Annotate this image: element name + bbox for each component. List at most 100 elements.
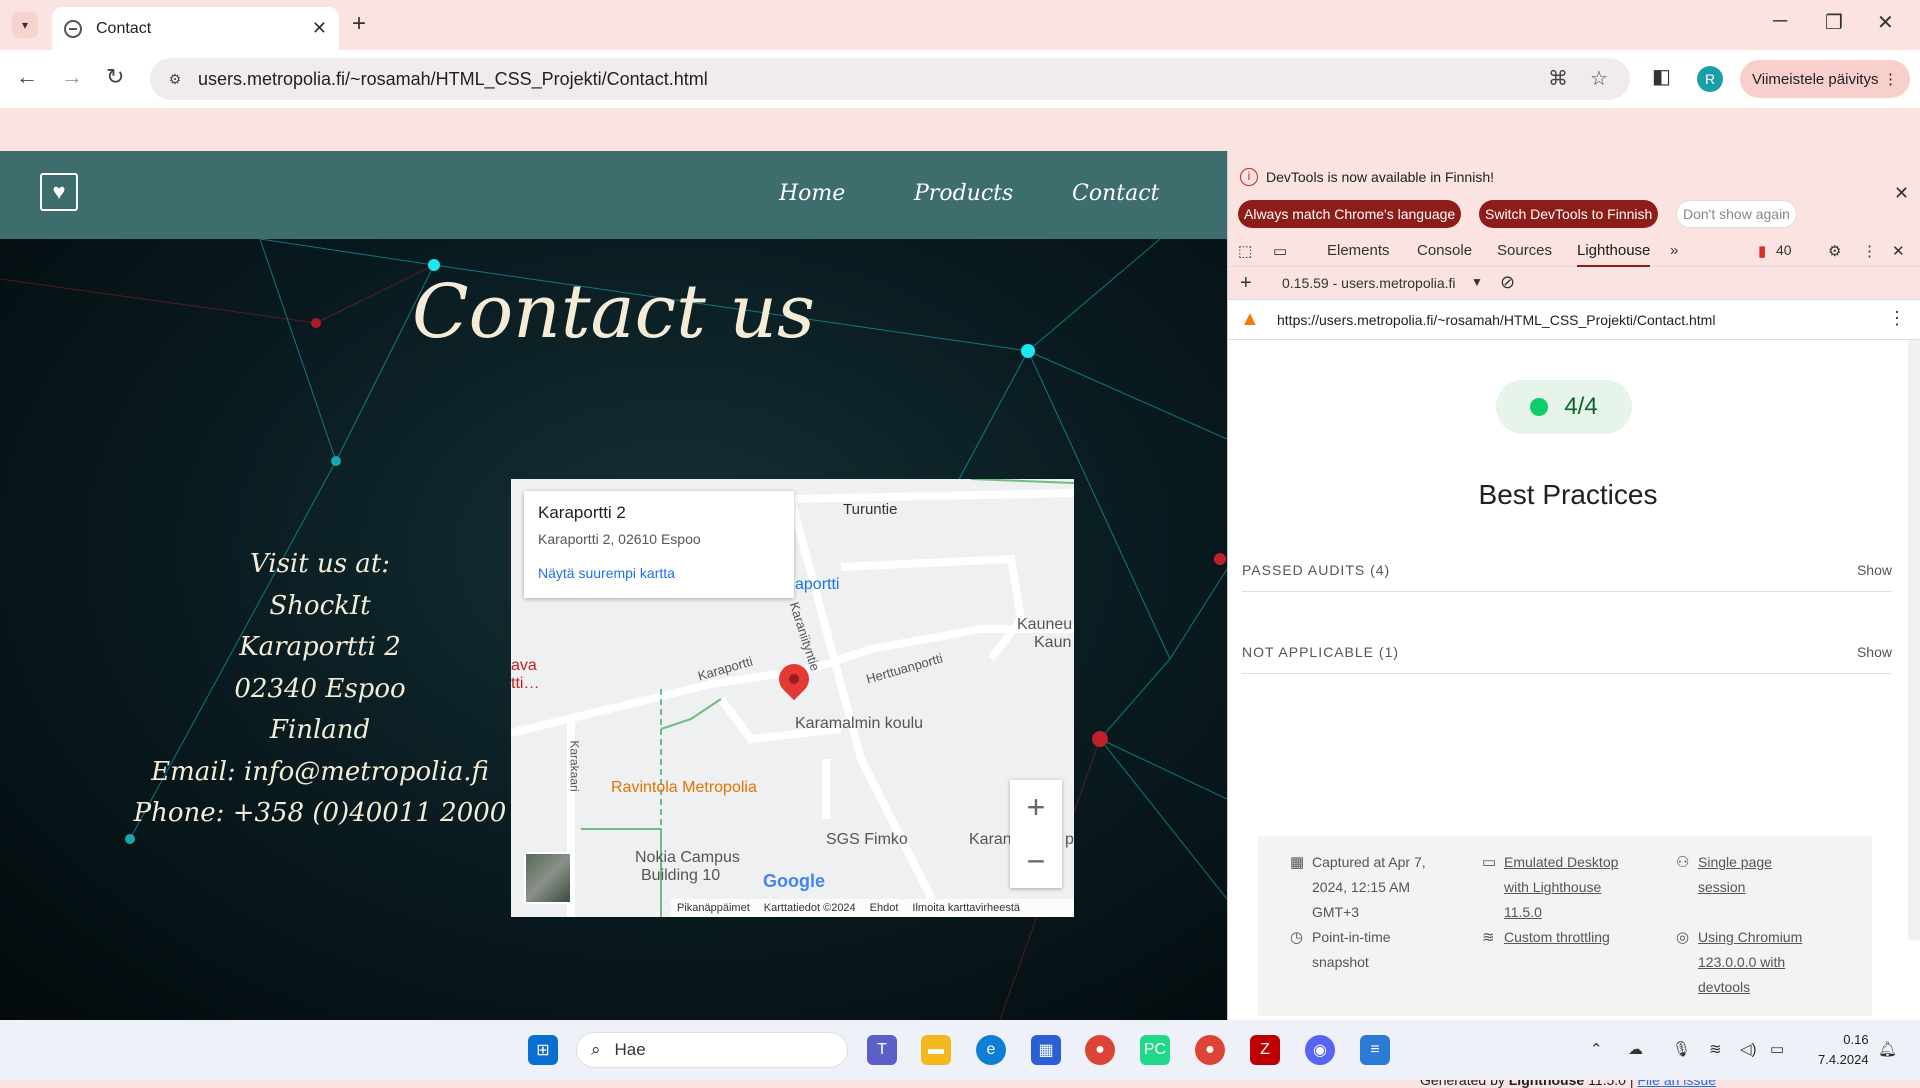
place-title: Karaportti 2 (538, 503, 626, 522)
browser-tab[interactable]: Contact ✕ (52, 7, 339, 50)
close-window-button[interactable]: ✕ (1877, 10, 1894, 35)
keyboard-shortcuts-link[interactable]: Pikanäppäimet (677, 902, 750, 914)
chevron-up-icon[interactable]: ⌃ (1590, 1040, 1603, 1058)
chrome-icon[interactable]: ● (1085, 1035, 1115, 1065)
translate-icon[interactable]: ⌘ (1548, 66, 1568, 91)
switch-language-button[interactable]: Switch DevTools to Finnish (1479, 200, 1659, 228)
report-menu-icon[interactable]: ⋮ (1888, 308, 1906, 329)
desktop-icon: ▭ (1482, 854, 1497, 871)
tab-sources[interactable]: Sources (1497, 242, 1552, 259)
chevron-down-icon[interactable]: ▼ (1471, 275, 1483, 289)
close-tab-icon[interactable]: ✕ (312, 18, 327, 39)
device-toolbar-icon[interactable]: ▭ (1273, 242, 1287, 260)
embedded-map[interactable]: Karaportti 2 Karaportti 2, 02610 Espoo N… (511, 479, 1074, 917)
tab-search-button[interactable]: ▾ (12, 12, 38, 38)
zoom-out-button[interactable]: − (1027, 843, 1046, 880)
env-emulated[interactable]: ▭ Emulated Desktop with Lighthouse 11.5.0 (1482, 850, 1644, 925)
google-logo: Google (763, 871, 825, 891)
speaker-icon[interactable]: ◁) (1740, 1040, 1757, 1058)
report-error-link[interactable]: Ilmoita karttavirheestä (912, 902, 1020, 914)
category-title: Best Practices (1478, 479, 1658, 510)
issues-icon[interactable]: ▮ (1758, 242, 1766, 260)
report-selector[interactable]: 0.15.59 - users.metropolia.fi (1282, 275, 1456, 291)
passed-audits-row[interactable]: PASSED AUDITS (4) Show (1242, 548, 1892, 592)
nav-contact[interactable]: Contact (1072, 181, 1159, 206)
battery-icon[interactable]: ▭ (1770, 1040, 1784, 1058)
taskbar-search[interactable]: ⌕ Hae (576, 1032, 848, 1068)
reload-button[interactable]: ↻ (106, 64, 124, 90)
discord-icon[interactable]: ◉ (1305, 1035, 1335, 1065)
chrome-profile-icon[interactable]: ● (1195, 1035, 1225, 1065)
env-throttling[interactable]: ≋ Custom throttling (1482, 925, 1644, 950)
inspect-element-icon[interactable]: ⬚ (1238, 242, 1252, 260)
wifi-icon[interactable]: ≋ (1709, 1040, 1722, 1058)
site-info-icon[interactable]: ⚙ (164, 68, 186, 90)
show-button[interactable]: Show (1857, 562, 1892, 578)
calendar-icon: ▦ (1290, 854, 1305, 871)
not-applicable-row[interactable]: NOT APPLICABLE (1) Show (1242, 630, 1892, 674)
pycharm-icon[interactable]: PC (1140, 1035, 1170, 1065)
search-placeholder: Hae (614, 1040, 646, 1059)
show-button[interactable]: Show (1857, 644, 1892, 660)
visit-line: Visit us at: (249, 549, 391, 579)
teams-icon[interactable]: T (867, 1035, 897, 1065)
issues-count[interactable]: 40 (1776, 242, 1792, 258)
notepad-icon[interactable]: ≡ (1360, 1035, 1390, 1065)
new-report-icon[interactable]: + (1240, 272, 1252, 295)
map-data-text: Karttatiedot ©2024 (763, 902, 856, 914)
devtools-tabbar: ⬚ ▭ Elements Console Sources Lighthouse … (1228, 233, 1920, 267)
nav-products[interactable]: Products (914, 181, 1013, 206)
bigger-map-link[interactable]: Näytä suurempi kartta (538, 565, 780, 581)
pass-dot-icon (1530, 398, 1549, 416)
side-panel-icon[interactable]: ◧ (1652, 64, 1671, 89)
bookmark-star-icon[interactable]: ☆ (1590, 66, 1608, 91)
heart-plus-logo-icon[interactable]: ♥ (40, 173, 78, 211)
menu-dots-icon[interactable]: ⋮ (1883, 70, 1898, 88)
clock[interactable]: 0.16 7.4.2024 (1818, 1030, 1869, 1070)
nav-home[interactable]: Home (779, 181, 845, 206)
report-url[interactable]: https://users.metropolia.fi/~rosamah/HTM… (1277, 312, 1715, 328)
file-explorer-icon[interactable]: ▬ (921, 1035, 951, 1065)
tab-lighthouse[interactable]: Lighthouse (1577, 242, 1651, 267)
env-text: Using Chromium (1698, 929, 1803, 945)
tab-elements[interactable]: Elements (1327, 242, 1390, 259)
devtools-menu-icon[interactable]: ⋮ (1862, 242, 1877, 260)
url-text[interactable]: users.metropolia.fi/~rosamah/HTML_CSS_Pr… (198, 69, 708, 90)
cloud-icon[interactable]: ☁ (1628, 1040, 1643, 1058)
close-banner-icon[interactable]: ✕ (1894, 183, 1909, 204)
forward-button[interactable]: → (61, 64, 83, 90)
satellite-toggle-thumbnail[interactable] (524, 852, 572, 904)
visit-line: ShockIt (269, 590, 371, 621)
new-tab-button[interactable]: + (352, 10, 366, 38)
close-devtools-icon[interactable]: ✕ (1892, 242, 1905, 260)
zoom-in-button[interactable]: + (1027, 789, 1046, 826)
back-button[interactable]: ← (16, 64, 38, 90)
filezilla-icon[interactable]: Z (1250, 1035, 1280, 1065)
env-chromium[interactable]: ◎ Using Chromium 123.0.0.0 with devtools (1676, 925, 1838, 1000)
microphone-icon[interactable]: 🎙︎ (1672, 1040, 1691, 1058)
windows-taskbar: ⊞ ⌕ Hae T ▬ e ▦ ● PC ● Z ◉ ≡ ⌃ ☁ 🎙︎ ≋ ◁)… (0, 1020, 1920, 1080)
store-icon[interactable]: ▦ (1031, 1035, 1061, 1065)
update-button[interactable]: Viimeistele päivitys ⋮ (1740, 60, 1910, 98)
match-language-button[interactable]: Always match Chrome's language (1238, 200, 1462, 228)
dont-show-again-button[interactable]: Don't show again (1676, 200, 1797, 228)
avatar[interactable]: R (1697, 66, 1723, 92)
clear-icon[interactable]: ⊘ (1500, 272, 1515, 293)
visit-email: Email: info@metropolia.fi (151, 756, 489, 787)
address-bar[interactable]: ⚙ users.metropolia.fi/~rosamah/HTML_CSS_… (150, 58, 1630, 100)
report-scrollbar[interactable] (1908, 340, 1920, 940)
minimize-button[interactable]: ─ (1773, 10, 1787, 33)
map-label: ava (511, 657, 537, 674)
map-label: Nokia Campus (635, 849, 740, 866)
edge-icon[interactable]: e (976, 1035, 1006, 1065)
more-tabs-icon[interactable]: » (1670, 242, 1678, 259)
env-text: with Lighthouse (1504, 879, 1602, 895)
env-session[interactable]: ⚇ Single page session (1676, 850, 1838, 900)
restore-button[interactable]: ❐ (1825, 10, 1843, 35)
env-text: 123.0.0.0 with (1698, 954, 1786, 970)
windows-start-icon[interactable]: ⊞ (528, 1035, 558, 1065)
notification-bell-icon[interactable]: 🔔︎ (1878, 1040, 1897, 1058)
tab-console[interactable]: Console (1417, 242, 1472, 259)
terms-link[interactable]: Ehdot (870, 902, 899, 914)
settings-gear-icon[interactable]: ⚙ (1828, 242, 1841, 260)
